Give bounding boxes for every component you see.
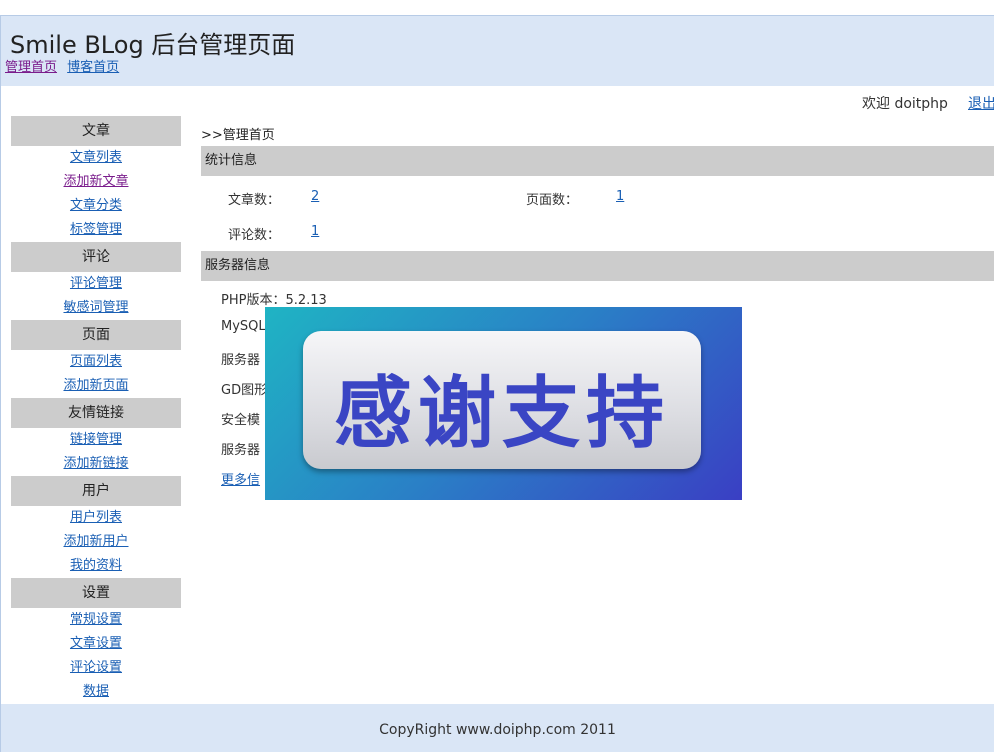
sidebar-section-comment: 评论 <box>11 242 181 272</box>
sidebar-section-links: 友情链接 <box>11 398 181 428</box>
article-count-link[interactable]: 2 <box>311 189 319 204</box>
sidebar-section-article: 文章 <box>11 116 181 146</box>
header: Smile BLog 后台管理页面 管理首页 博客首页 <box>1 16 994 86</box>
sidebar-section-page: 页面 <box>11 320 181 350</box>
top-nav: 管理首页 博客首页 <box>5 56 125 75</box>
thanks-banner-text: 感谢支持 <box>333 369 670 459</box>
server-info-gd: GD图形 <box>221 383 268 398</box>
more-info-link[interactable]: 更多信 <box>221 469 260 488</box>
sidebar-section-user: 用户 <box>11 476 181 506</box>
welcome-text: 欢迎 doitphp <box>862 96 948 112</box>
footer: CopyRight www.doiphp.com 2011 <box>1 704 994 752</box>
sidebar-item-page-list[interactable]: 页面列表 <box>70 354 122 369</box>
sidebar-item-user-list[interactable]: 用户列表 <box>70 510 122 525</box>
page-count-link[interactable]: 1 <box>616 189 624 204</box>
sidebar-item-link-manage[interactable]: 链接管理 <box>70 432 122 447</box>
sidebar-item-general-settings[interactable]: 常规设置 <box>70 612 122 627</box>
server-info-server-2: 服务器 <box>221 443 261 458</box>
article-count-label: 文章数： <box>228 193 281 208</box>
sidebar-item-add-user[interactable]: 添加新用户 <box>63 534 128 549</box>
sidebar-item-add-page[interactable]: 添加新页面 <box>63 378 128 393</box>
stats-section-title: 统计信息 <box>201 146 994 176</box>
sidebar-item-comment-manage[interactable]: 评论管理 <box>70 276 122 291</box>
server-info-mysql: MySQL <box>221 319 266 334</box>
server-info-server: 服务器 <box>221 353 261 368</box>
server-info-safe-mode: 安全模 <box>221 413 261 428</box>
sidebar-item-article-list[interactable]: 文章列表 <box>70 150 122 165</box>
server-section-title: 服务器信息 <box>201 251 994 281</box>
logout-link[interactable]: 退出 <box>968 93 994 113</box>
server-info-php: PHP版本：5.2.13 <box>221 293 327 308</box>
sidebar-item-article-category[interactable]: 文章分类 <box>70 198 122 213</box>
copyright-text: CopyRight www.doiphp.com 2011 <box>379 722 616 738</box>
breadcrumb: >>管理首页 <box>201 128 275 143</box>
sidebar-section-settings: 设置 <box>11 578 181 608</box>
sidebar-item-comment-settings[interactable]: 评论设置 <box>70 660 122 675</box>
blog-home-link[interactable]: 博客首页 <box>67 60 119 75</box>
thanks-banner-overlay: 感谢支持 <box>265 307 742 500</box>
sidebar: 文章 文章列表 添加新文章 文章分类 标签管理 评论 评论管理 敏感词管理 页面… <box>11 116 181 704</box>
page-count-label: 页面数： <box>526 193 579 208</box>
admin-home-link[interactable]: 管理首页 <box>5 60 57 75</box>
sidebar-item-article-settings[interactable]: 文章设置 <box>70 636 122 651</box>
sidebar-item-data[interactable]: 数据 <box>83 684 109 699</box>
sidebar-item-tag-manage[interactable]: 标签管理 <box>70 222 122 237</box>
sidebar-item-add-link[interactable]: 添加新链接 <box>63 456 128 471</box>
thanks-banner-button: 感谢支持 <box>303 331 701 469</box>
sidebar-item-my-profile[interactable]: 我的资料 <box>70 558 122 573</box>
sidebar-item-sensitive-words[interactable]: 敏感词管理 <box>63 300 128 315</box>
sidebar-item-add-article[interactable]: 添加新文章 <box>63 174 128 189</box>
site-title: Smile BLog 后台管理页面 <box>10 31 296 59</box>
comment-count-link[interactable]: 1 <box>311 224 319 239</box>
comment-count-label: 评论数： <box>228 228 281 243</box>
